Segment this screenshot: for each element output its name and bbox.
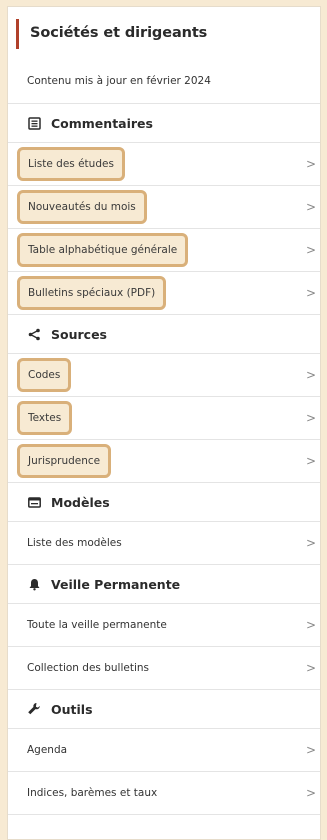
- section-veille: Veille Permanente: [8, 565, 320, 604]
- bell-icon: [27, 577, 41, 591]
- chevron-right-icon: >: [305, 411, 316, 425]
- chevron-right-icon: >: [305, 454, 316, 468]
- chevron-right-icon: >: [305, 743, 316, 757]
- link-label[interactable]: Bulletins spéciaux (PDF): [17, 275, 167, 311]
- link-textes[interactable]: Textes >: [8, 397, 320, 440]
- link-nouveautes-mois[interactable]: Nouveautés du mois >: [8, 186, 320, 229]
- link-liste-modeles[interactable]: Liste des modèles >: [8, 522, 320, 565]
- link-label[interactable]: Indices, barèmes et taux: [8, 787, 157, 799]
- link-toute-veille[interactable]: Toute la veille permanente >: [8, 604, 320, 647]
- link-codes[interactable]: Codes >: [8, 354, 320, 397]
- link-label[interactable]: Agenda: [8, 744, 67, 756]
- book-icon: [27, 116, 41, 130]
- chevron-right-icon: >: [305, 157, 316, 171]
- link-bulletins-speciaux[interactable]: Bulletins spéciaux (PDF) >: [8, 272, 320, 315]
- share-icon: [27, 327, 41, 341]
- chevron-right-icon: >: [305, 243, 316, 257]
- section-label: Commentaires: [51, 115, 153, 131]
- chevron-right-icon: >: [305, 786, 316, 800]
- section-label: Sources: [51, 326, 107, 342]
- section-commentaires: Commentaires: [8, 104, 320, 143]
- panel-header: Sociétés et dirigeants: [8, 7, 320, 58]
- chevron-right-icon: >: [305, 368, 316, 382]
- link-label[interactable]: Jurisprudence: [17, 443, 112, 479]
- chevron-right-icon: >: [305, 286, 316, 300]
- section-outils: Outils: [8, 690, 320, 729]
- page-title: Sociétés et dirigeants: [30, 24, 208, 41]
- link-label[interactable]: Nouveautés du mois: [17, 189, 147, 225]
- chevron-right-icon: >: [305, 618, 316, 632]
- update-info: Contenu mis à jour en février 2024: [8, 58, 320, 104]
- section-label: Veille Permanente: [51, 576, 181, 592]
- chevron-right-icon: >: [305, 661, 316, 675]
- wrench-icon: [27, 702, 41, 716]
- link-collection-bulletins[interactable]: Collection des bulletins >: [8, 647, 320, 690]
- link-label[interactable]: Textes: [17, 400, 73, 436]
- chevron-right-icon: >: [305, 200, 316, 214]
- link-label[interactable]: Table alphabétique générale: [17, 232, 189, 268]
- link-label[interactable]: Collection des bulletins: [8, 662, 149, 674]
- link-indices-baremes[interactable]: Indices, barèmes et taux >: [8, 772, 320, 815]
- link-jurisprudence[interactable]: Jurisprudence >: [8, 440, 320, 483]
- link-label[interactable]: Liste des modèles: [8, 537, 122, 549]
- section-sources: Sources: [8, 315, 320, 354]
- template-icon: [27, 495, 41, 509]
- link-label[interactable]: Toute la veille permanente: [8, 619, 167, 631]
- section-modeles: Modèles: [8, 483, 320, 522]
- section-label: Modèles: [51, 494, 110, 510]
- header-accent-bar: [16, 19, 19, 49]
- chevron-right-icon: >: [305, 536, 316, 550]
- link-label[interactable]: Codes: [17, 357, 72, 393]
- section-label: Outils: [51, 701, 93, 717]
- link-label[interactable]: Liste des études: [17, 146, 125, 182]
- link-liste-etudes[interactable]: Liste des études >: [8, 143, 320, 186]
- sidebar-panel: Sociétés et dirigeants Contenu mis à jou…: [7, 6, 321, 840]
- link-agenda[interactable]: Agenda >: [8, 729, 320, 772]
- link-table-alphabetique[interactable]: Table alphabétique générale >: [8, 229, 320, 272]
